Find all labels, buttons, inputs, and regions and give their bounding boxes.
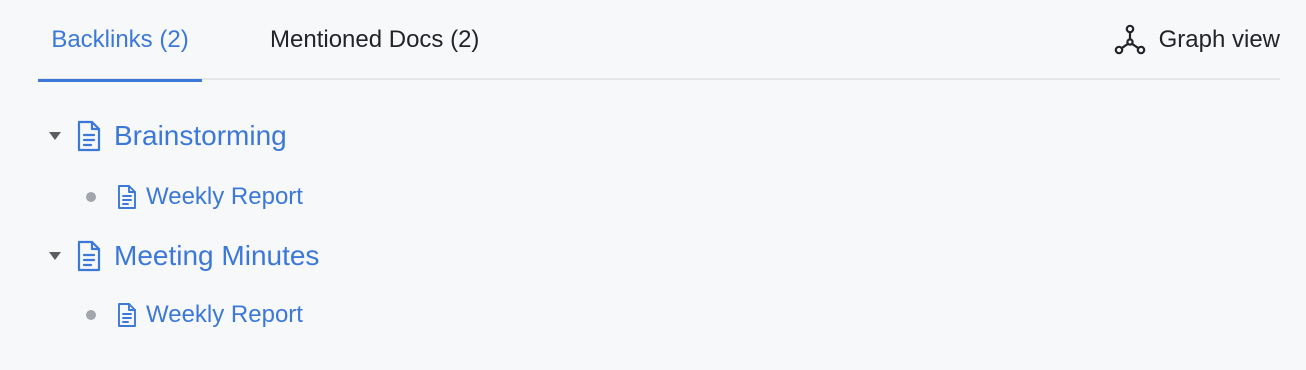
- tab-backlinks[interactable]: Backlinks (2): [38, 0, 202, 82]
- backlink-child-item[interactable]: Weekly Report: [80, 295, 303, 335]
- tab-mentioned-docs[interactable]: Mentioned Docs (2): [270, 0, 479, 80]
- document-icon: [116, 184, 138, 210]
- bullet-dot: [86, 192, 96, 202]
- document-icon: [116, 302, 138, 328]
- backlink-child-title[interactable]: Weekly Report: [146, 301, 303, 329]
- backlink-item-brainstorming[interactable]: Brainstorming: [44, 116, 287, 156]
- caret-down-icon[interactable]: [44, 125, 66, 147]
- backlink-child-title[interactable]: Weekly Report: [146, 183, 303, 211]
- backlink-child-item[interactable]: Weekly Report: [80, 177, 303, 217]
- document-icon: [76, 240, 102, 272]
- caret-down-icon[interactable]: [44, 245, 66, 267]
- tab-mentioned-docs-label: Mentioned Docs (2): [270, 26, 480, 53]
- backlink-item-meeting-minutes[interactable]: Meeting Minutes: [44, 236, 319, 276]
- backlink-title[interactable]: Meeting Minutes: [114, 240, 319, 272]
- tab-backlinks-label: Backlinks (2): [51, 26, 189, 53]
- tab-bar: Backlinks (2) Mentioned Docs (2) Graph v…: [38, 0, 1280, 82]
- backlink-title[interactable]: Brainstorming: [114, 120, 287, 152]
- graph-view-button[interactable]: Graph view: [1113, 0, 1280, 80]
- document-icon: [76, 120, 102, 152]
- bullet-dot: [86, 310, 96, 320]
- graph-view-label: Graph view: [1158, 26, 1280, 53]
- graph-icon: [1113, 23, 1147, 57]
